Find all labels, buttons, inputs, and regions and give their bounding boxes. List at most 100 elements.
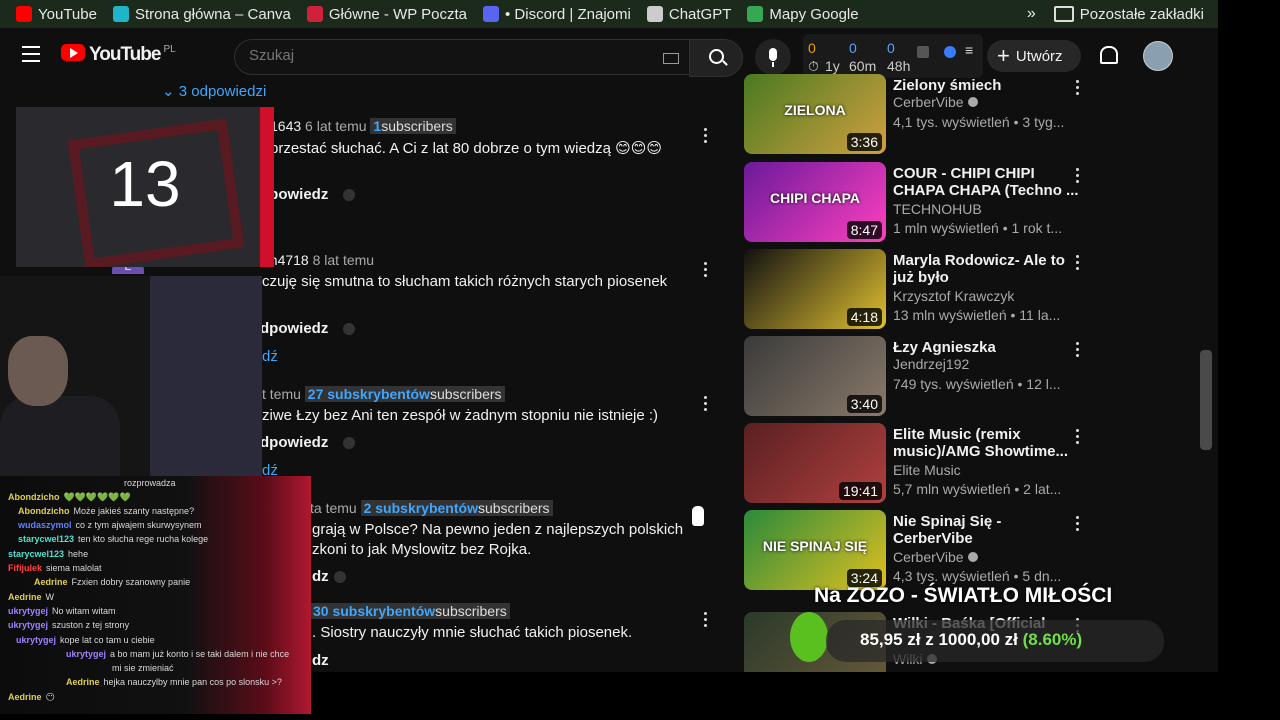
other-bookmarks-link[interactable]: Pozostałe zakładki [1080,6,1204,23]
bookmark-item[interactable]: • Discord | Znajomi [483,6,631,23]
bookmark-label: YouTube [38,5,97,23]
search-icon [709,49,724,64]
recommended-video[interactable]: ZIELONA 3:36 Zielony śmiech CerberVibe 4,1 t… [744,74,1214,154]
video-menu-icon[interactable] [1076,429,1080,445]
comment-menu-icon[interactable] [704,396,708,412]
recommended-video[interactable]: 4:18 Maryla Rodowicz- Ale to już było Krzy… [744,249,1214,329]
page-scrollbar[interactable] [1200,350,1212,450]
video-menu-icon[interactable] [1076,168,1080,184]
video-menu-icon[interactable] [1076,80,1080,96]
chat-username[interactable]: ukrytygej [16,635,56,645]
search-input[interactable] [235,40,663,71]
recommended-video[interactable]: 3:40 Łzy Agnieszka Jendrzej192 749 tys. wyś… [744,336,1214,416]
video-channel[interactable]: CerberVibe [893,94,978,110]
voice-search-mic-icon[interactable] [755,39,791,75]
replies-toggle[interactable]: ⌄ 3 odpowiedzi [162,82,266,100]
recommended-video[interactable]: CHIPI CHAPA 8:47 COUR - CHIPI CHIPI CHAPA … [744,162,1214,242]
recommendations-sidebar: ZIELONA 3:36 Zielony śmiech CerberVibe 4,1 t… [744,74,1214,672]
youtube-logo[interactable]: YouTube PL [61,44,176,66]
account-avatar[interactable] [1143,41,1173,71]
video-thumbnail[interactable]: ZIELONA 3:36 [744,74,886,154]
video-title[interactable]: Nie Spinaj Się - CerberVibe [893,513,1079,547]
webcam-person-head [8,336,68,406]
video-channel[interactable]: Jendrzej192 [893,356,969,372]
chat-username[interactable]: starycwel123 [18,534,74,544]
video-thumbnail[interactable]: 4:18 [744,249,886,329]
comment-author[interactable]: 1643 [270,118,301,134]
chat-username[interactable]: ukrytygej [8,606,48,616]
video-duration: 8:47 [846,221,882,239]
recommended-video[interactable]: NIE SPINAJ SIĘ 3:24 Nie Spinaj Się - Cerbe… [744,510,1214,590]
bookmark-favicon-icon [112,6,129,22]
comment-menu-icon[interactable] [704,612,708,628]
notifications-bell-icon[interactable] [1100,46,1118,64]
search-button[interactable] [689,39,743,77]
chat-username[interactable]: Abondzicho [18,506,70,516]
video-title[interactable]: Elite Music (remix music)/AMG Showtime..… [893,426,1079,460]
extension-blue-icon[interactable] [944,46,956,58]
extension-icon[interactable] [917,46,929,58]
reply-button[interactable]: dz [312,568,329,585]
subscriber-chip: 30 subskrybentówsubscribers [310,603,510,619]
chat-username[interactable]: Aedrine [66,677,100,687]
chat-username[interactable]: wudaszymol [18,520,72,530]
chat-username[interactable]: Fifijulek [8,563,42,573]
keyboard-icon[interactable] [663,53,679,64]
reply-extension-icon[interactable] [334,571,346,583]
reply-button[interactable]: dpowiedz [260,320,328,337]
subscriber-chip: 27 subskrybentówsubscribers [304,386,505,402]
ext-count-1: 0 [808,40,816,56]
chat-username[interactable]: Abondzicho [8,492,60,502]
video-menu-icon[interactable] [1076,255,1080,271]
reply-button[interactable]: dz [312,652,329,669]
bookmark-item[interactable]: Strona główna – Canva [112,6,291,23]
menu-icon[interactable] [22,46,40,67]
video-title[interactable]: COUR - CHIPI CHIPI CHAPA CHAPA (Techno .… [893,165,1079,199]
video-title[interactable]: Zielony śmiech [893,77,1079,94]
video-menu-icon[interactable] [1076,516,1080,532]
video-channel[interactable]: Elite Music [893,462,961,478]
chat-username[interactable]: ukrytygej [66,649,106,659]
list-icon[interactable]: ≡ [965,42,973,58]
video-menu-icon[interactable] [1076,342,1080,358]
bookmark-item[interactable]: Główne - WP Poczta [306,6,467,23]
more-bookmarks-chevron-icon[interactable]: » [1027,5,1036,23]
comment-text: grają w Polsce? Na pewno jeden z najleps… [312,521,684,538]
reply-extension-icon[interactable] [343,189,355,201]
comment-menu-icon[interactable] [704,128,708,144]
video-title[interactable]: Łzy Agnieszka [893,339,1079,356]
chat-username[interactable]: Aedrine [8,692,42,702]
video-stats: 1 mln wyświetleń • 1 rok t... [893,220,1063,236]
video-thumbnail[interactable]: 19:41 [744,423,886,503]
chat-username[interactable]: Aedrine [8,592,42,602]
bookmark-item[interactable]: ChatGPT [646,6,731,23]
video-thumbnail[interactable]: 3:40 [744,336,886,416]
chat-username[interactable]: Aedrine [34,577,68,587]
bookmark-item[interactable]: YouTube [16,6,97,23]
recommended-video[interactable]: 19:41 Elite Music (remix music)/AMG Showt… [744,423,1214,503]
video-channel[interactable]: Krzysztof Krawczyk [893,288,1014,304]
comment-age: 8 lat temu [312,252,375,268]
video-thumbnail[interactable]: NIE SPINAJ SIĘ 3:24 [744,510,886,590]
ext-label-3: 48h [887,58,911,74]
video-channel[interactable]: TECHNOHUB [893,201,982,217]
video-thumbnail[interactable]: CHIPI CHAPA 8:47 [744,162,886,242]
video-title[interactable]: Maryla Rodowicz- Ale to już było [893,252,1079,286]
donation-goal-title: Na ZOZO - ŚWIATŁO MIŁOŚCI [814,584,1113,607]
reply-button[interactable]: dpowiedz [260,434,328,451]
create-button[interactable]: + Utwórz [987,40,1081,72]
extension-stats-widget[interactable]: 0 0 0 ⏱ 1y 60m 48h ≡ [803,34,983,78]
comment-menu-icon[interactable] [704,262,708,278]
chat-message: Abondzicho 💚💚💚💚💚💚 [8,492,131,503]
bookmark-item[interactable]: Mapy Google [747,6,859,23]
plus-icon: + [997,43,1010,68]
webcam-background [150,276,262,476]
chat-message: Aedrine Fzxien dobry szanowny panie [34,577,190,587]
chat-message: Aedrine 😶 [8,692,55,703]
reply-extension-icon[interactable] [343,323,355,335]
video-channel[interactable]: CerberVibe [893,549,978,565]
chat-username[interactable]: ukrytygej [8,620,48,630]
reply-fragment: dź [262,348,278,365]
chat-username[interactable]: starycwel123 [8,549,64,559]
reply-extension-icon[interactable] [343,437,355,449]
